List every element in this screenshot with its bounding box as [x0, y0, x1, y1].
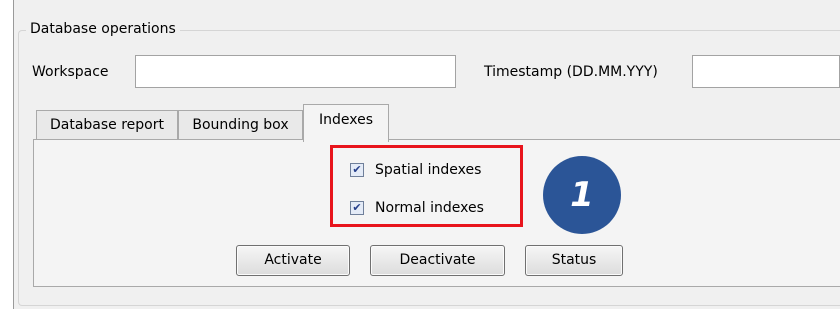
timestamp-label: Timestamp (DD.MM.YYY) [484, 64, 658, 80]
group-title: Database operations [26, 19, 180, 39]
tab-database-report[interactable]: Database report [36, 110, 178, 140]
status-button[interactable]: Status [525, 245, 623, 276]
workspace-label: Workspace [32, 64, 109, 80]
activate-button[interactable]: Activate [236, 245, 350, 276]
deactivate-button[interactable]: Deactivate [370, 245, 505, 276]
annotation-highlight-box [330, 145, 523, 227]
tab-indexes[interactable]: Indexes [303, 104, 389, 142]
annotation-badge: 1 [543, 156, 621, 234]
workspace-input[interactable] [135, 55, 456, 88]
tab-bounding-box[interactable]: Bounding box [178, 110, 303, 140]
timestamp-input[interactable] [692, 55, 840, 88]
